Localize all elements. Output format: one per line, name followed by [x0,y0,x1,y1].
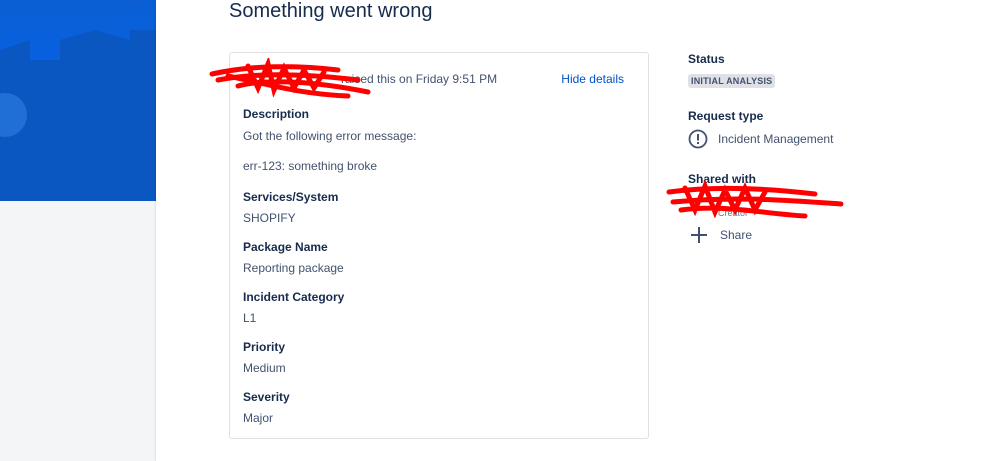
raised-by-line: raised this on Friday 9:51 PM [243,72,497,86]
shared-user-role: Creator [718,208,749,218]
alert-circle-icon [688,129,708,149]
share-button[interactable]: Share [688,226,752,244]
request-type-label: Request type [688,109,764,123]
request-details-card: raised this on Friday 9:51 PM Hide detai… [229,52,649,439]
field-label-severity: Severity [243,390,290,404]
field-label-description: Description [243,107,310,121]
skyline-illustration [0,30,160,201]
field-value-description-error: err-123: something broke [243,159,378,173]
field-label-priority: Priority [243,340,286,354]
field-value-description: Got the following error message: [243,129,417,143]
status-label: Status [688,52,725,66]
field-label-incident-category: Incident Category [243,290,345,304]
shared-with-label: Shared with [688,172,757,186]
field-label-services: Services/System [243,190,339,204]
raised-text: raised this on Friday 9:51 PM [341,72,498,86]
request-sidebar: Status INITIAL ANALYSIS Request type Inc… [688,0,988,461]
plus-icon [691,227,707,243]
page-title: Something went wrong [229,0,433,22]
request-type: Incident Management [688,129,833,149]
field-value-services: SHOPIFY [243,211,296,225]
request-type-value: Incident Management [718,132,834,146]
field-value-package: Reporting package [243,261,344,275]
status-badge: INITIAL ANALYSIS [688,74,776,88]
field-value-incident-category: L1 [243,311,257,325]
share-label: Share [720,228,753,242]
hide-details-link[interactable]: Hide details [561,72,624,86]
field-value-priority: Medium [243,361,286,375]
request-page: Something went wrong raised this on Frid… [156,0,999,461]
field-value-severity: Major [243,411,274,425]
field-label-package: Package Name [243,240,328,254]
